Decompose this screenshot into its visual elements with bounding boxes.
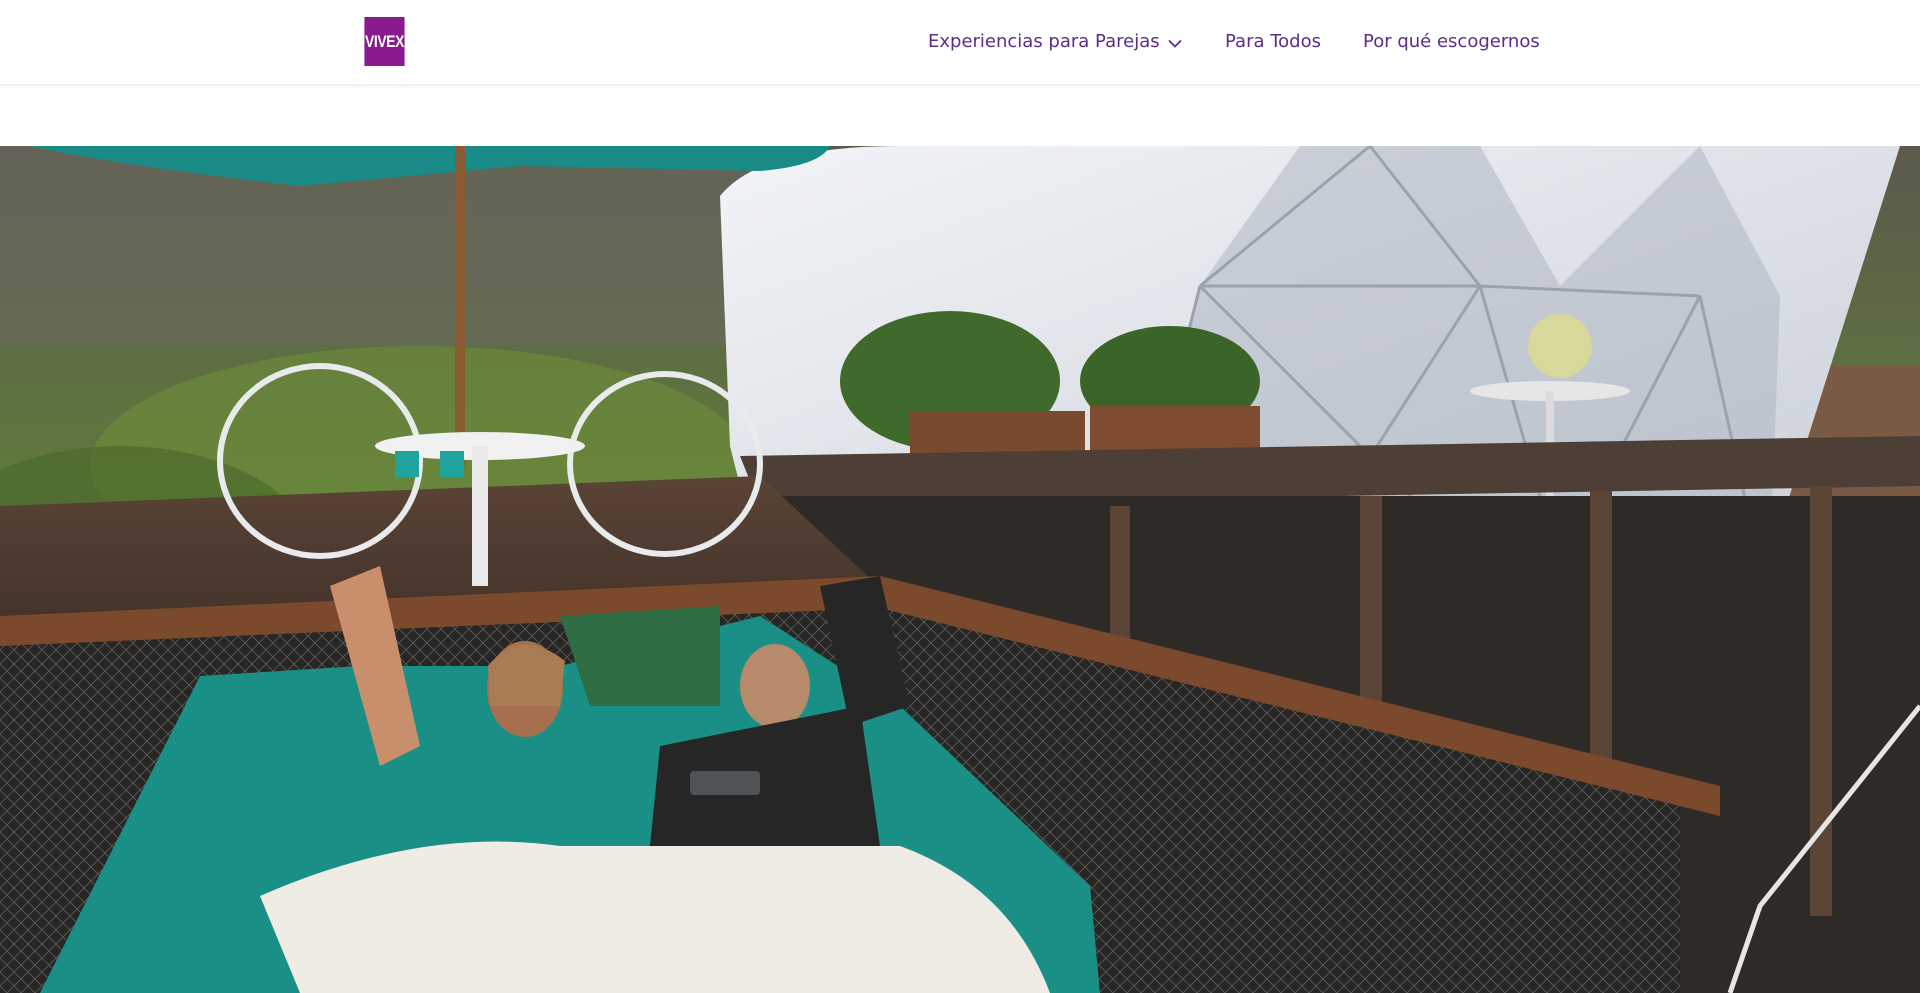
logo-text: VIVEX — [364, 31, 405, 51]
hero-scene — [0, 146, 1920, 993]
logo[interactable]: VIVEX — [364, 17, 405, 66]
nav-item-para-todos[interactable]: Para Todos — [1225, 31, 1321, 52]
nav-item-label: Experiencias para Parejas — [928, 31, 1160, 52]
hero-image — [0, 146, 1920, 993]
site-header: VIVEX Experiencias para Parejas Para Tod… — [0, 0, 1920, 85]
nav-item-label: Por qué escogernos — [1363, 31, 1540, 52]
chevron-down-icon — [1167, 32, 1182, 53]
nav-item-experiencias-para-parejas[interactable]: Experiencias para Parejas — [928, 31, 1182, 53]
nav-item-label: Para Todos — [1225, 31, 1321, 52]
nav-item-por-que-escogernos[interactable]: Por qué escogernos — [1363, 31, 1540, 52]
